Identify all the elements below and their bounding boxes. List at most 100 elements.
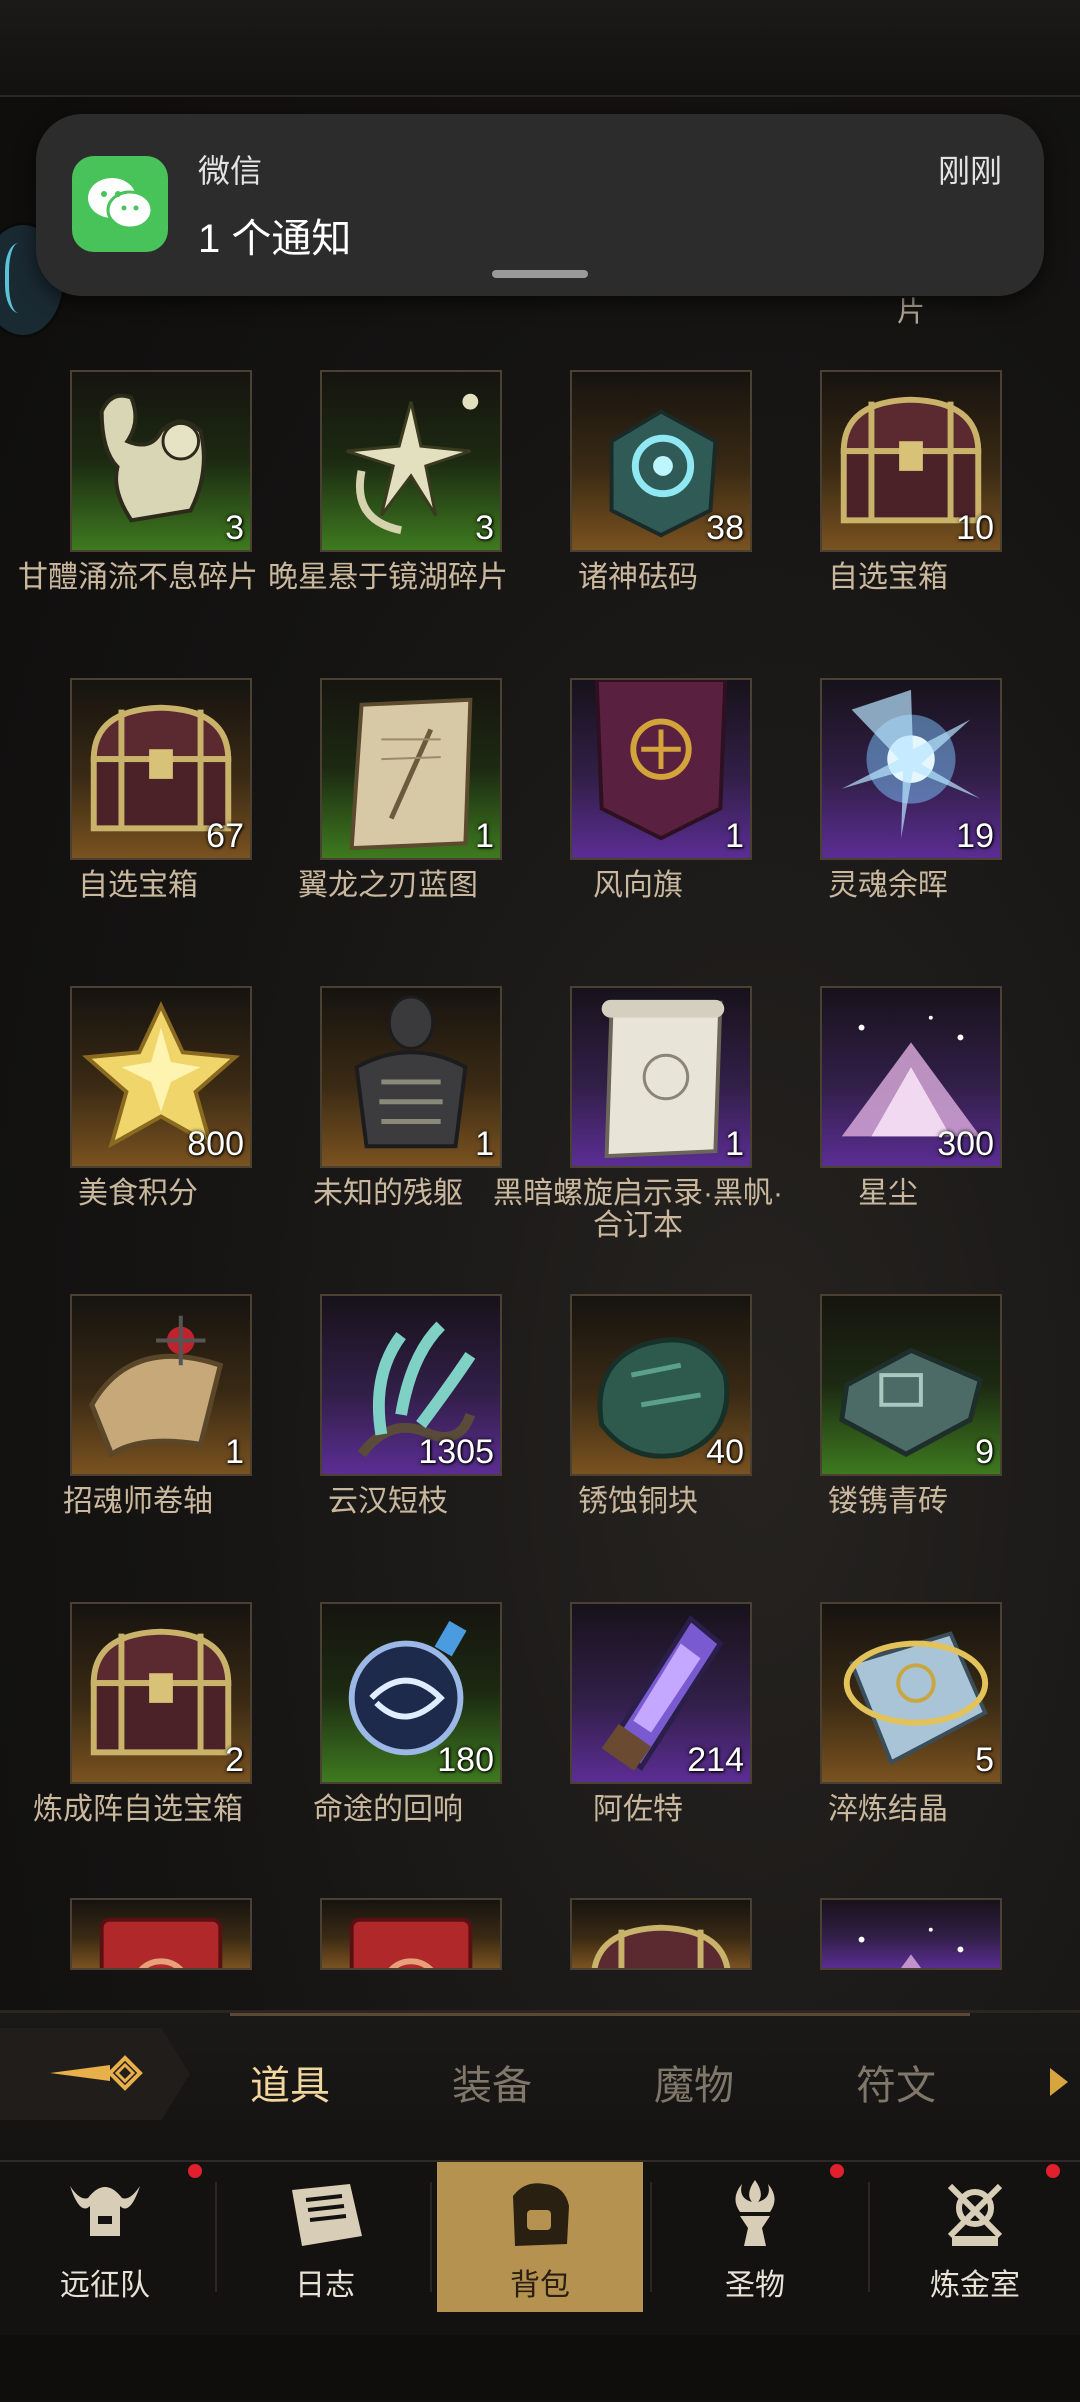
inventory-item[interactable]: 1 黑暗螺旋启示录·黑帆·合订本 <box>493 986 783 1266</box>
tab-equipment[interactable]: 装备 <box>452 2053 532 2111</box>
item-name: 镂镌青砖 <box>828 1485 948 1518</box>
top-ornament-bar <box>0 0 1080 97</box>
item-icon-tile: 10 <box>820 370 1002 552</box>
wechat-icon <box>72 156 168 252</box>
diamond-arrow-icon <box>50 2055 143 2091</box>
backpack-icon <box>513 2183 569 2246</box>
item-quantity: 38 <box>706 509 744 547</box>
item-icon-tile <box>320 1898 502 1970</box>
inventory-item[interactable]: 800 美食积分 <box>15 986 265 1266</box>
notification-app-name: 微信 <box>198 153 263 189</box>
item-quantity: 300 <box>937 1125 994 1163</box>
item-quantity: 9 <box>975 1433 994 1471</box>
item-name: 黑暗螺旋启示录·黑帆·合订本 <box>493 1177 783 1242</box>
inventory-item[interactable]: 1 招魂师卷轴 <box>15 1294 265 1574</box>
item-name: 未知的残躯 <box>313 1177 463 1210</box>
inventory-item[interactable]: 1 翼龙之刃蓝图 <box>265 678 515 958</box>
fragment-figure-icon <box>99 393 206 523</box>
item-name: 锈蚀铜块 <box>578 1485 698 1518</box>
item-name: 招魂师卷轴 <box>63 1485 213 1518</box>
item-icon-tile: 3 <box>320 370 502 552</box>
inventory-item[interactable]: 19 灵魂余晖 <box>765 678 1015 958</box>
nav-alchemy[interactable]: 炼金室 <box>875 2162 1075 2312</box>
inventory-item[interactable]: 10 自选宝箱 <box>765 370 1015 650</box>
item-name: 淬炼结晶 <box>828 1793 948 1826</box>
tab-divider-line <box>230 2013 970 2016</box>
item-icon-tile: 180 <box>320 1602 502 1784</box>
inventory-item[interactable]: 2 炼成阵自选宝箱 <box>15 1602 265 1882</box>
item-icon-tile: 1 <box>320 986 502 1168</box>
scroll-icon <box>601 999 725 1159</box>
nav-label: 炼金室 <box>930 2269 1020 2302</box>
inventory-item[interactable]: 3 晚星悬于镜湖碎片 <box>265 370 515 650</box>
item-icon-tile: 1 <box>570 986 752 1168</box>
item-icon-tile: 3 <box>70 370 252 552</box>
item-icon-tile: 19 <box>820 678 1002 860</box>
item-quantity: 1 <box>225 1433 244 1471</box>
nav-relic[interactable]: 圣物 <box>655 2162 855 2312</box>
inventory-item[interactable]: 180 命途的回响 <box>265 1602 515 1882</box>
inventory-item[interactable]: 1 未知的残躯 <box>265 986 515 1266</box>
inventory-item[interactable]: 67 自选宝箱 <box>15 678 265 958</box>
nav-badge-dot <box>830 2164 844 2178</box>
item-name: 阿佐特 <box>593 1793 683 1826</box>
nav-label: 远征队 <box>60 2269 150 2302</box>
tab-runes[interactable]: 符文 <box>856 2053 936 2111</box>
item-icon-tile: 1 <box>320 678 502 860</box>
partial-item-label: 片 <box>897 296 926 327</box>
item-icon-tile: 2 <box>70 1602 252 1784</box>
item-quantity: 40 <box>706 1433 744 1471</box>
item-name: 晚星悬于镜湖碎片 <box>268 561 508 594</box>
item-name: 命途的回响 <box>313 1793 463 1826</box>
treasure-chest-icon <box>90 1628 232 1756</box>
item-name: 炼成阵自选宝箱 <box>33 1793 243 1826</box>
nav-label: 圣物 <box>725 2269 785 2302</box>
carved-brick-icon <box>839 1347 984 1458</box>
inventory-item[interactable]: 1 风向旗 <box>515 678 765 958</box>
item-quantity: 10 <box>956 509 994 547</box>
runic-crystal-icon <box>843 1631 989 1765</box>
tab-items[interactable]: 道具 <box>250 2053 330 2111</box>
nav-expedition[interactable]: 远征队 <box>5 2162 205 2312</box>
nav-label: 日志 <box>295 2269 355 2302</box>
tab-menu-button[interactable] <box>0 2028 190 2120</box>
item-icon-tile: 67 <box>70 678 252 860</box>
treasure-chest-icon <box>591 1924 731 1968</box>
inventory-item[interactable]: 38 诸神砝码 <box>515 370 765 650</box>
item-quantity: 1 <box>725 1125 744 1163</box>
item-quantity: 1 <box>475 1125 494 1163</box>
item-name: 风向旗 <box>593 869 683 902</box>
nav-journal[interactable]: 日志 <box>225 2162 425 2312</box>
item-name: 诸神砝码 <box>578 561 698 594</box>
inventory-item[interactable]: 40 锈蚀铜块 <box>515 1294 765 1574</box>
wechat-notification[interactable]: 微信 1 个通知 刚刚 <box>36 114 1044 296</box>
inventory-item[interactable]: 5 淬炼结晶 <box>765 1602 1015 1882</box>
banner-flag-icon <box>594 680 728 841</box>
inventory-item[interactable]: 3 甘醴涌流不息碎片 <box>15 370 265 650</box>
inventory-item[interactable]: 214 阿佐特 <box>515 1602 765 1882</box>
inventory-item[interactable]: 300 星尘 <box>765 986 1015 1266</box>
item-quantity: 1 <box>475 817 494 855</box>
item-icon-tile: 1305 <box>320 1294 502 1476</box>
item-quantity: 19 <box>956 817 994 855</box>
item-icon-tile: 9 <box>820 1294 1002 1476</box>
nav-separator <box>650 2182 652 2292</box>
item-name: 星尘 <box>858 1177 918 1210</box>
remains-bust-icon <box>354 995 468 1149</box>
notification-drag-handle[interactable] <box>492 270 588 278</box>
notification-message: 1 个通知 <box>198 217 352 261</box>
tab-monsters[interactable]: 魔物 <box>654 2053 734 2111</box>
nav-backpack[interactable]: 背包 <box>437 2162 643 2312</box>
item-icon-tile <box>820 1898 1002 1970</box>
inventory-item[interactable]: 9 镂镌青砖 <box>765 1294 1015 1574</box>
item-quantity: 180 <box>437 1741 494 1779</box>
blueprint-scroll-icon <box>349 697 473 851</box>
nav-separator <box>430 2182 432 2292</box>
inventory-tab-bar: 道具 装备 魔物 符文 <box>0 2010 1080 2163</box>
star-fragment-icon <box>346 393 479 535</box>
item-quantity: 800 <box>187 1125 244 1163</box>
item-quantity: 1305 <box>418 1433 494 1471</box>
item-icon-tile: 1 <box>70 1294 252 1476</box>
inventory-item[interactable]: 1305 云汉短枝 <box>265 1294 515 1574</box>
chevron-right-icon[interactable] <box>1050 2068 1068 2096</box>
